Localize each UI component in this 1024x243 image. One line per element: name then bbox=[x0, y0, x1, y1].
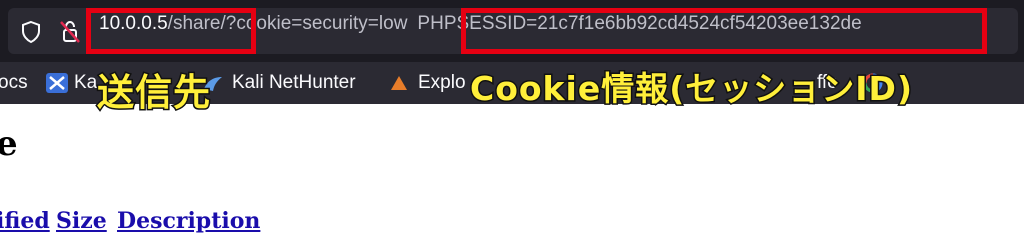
exploit-db-icon bbox=[388, 73, 410, 97]
column-modified-link[interactable]: ified bbox=[0, 208, 50, 234]
shield-icon[interactable] bbox=[20, 20, 42, 48]
kali-icon bbox=[46, 73, 68, 97]
bookmark-kali[interactable]: Ka bbox=[74, 71, 97, 95]
bookmark-kali-nethunter[interactable]: Kali NetHunter bbox=[232, 71, 356, 95]
insecure-lock-icon[interactable] bbox=[58, 19, 82, 49]
bookmark-docs[interactable]: ocs bbox=[0, 71, 28, 95]
cookie-callout: Cookie情報(セッションID) bbox=[468, 68, 914, 110]
cookie-highlight-box bbox=[461, 8, 987, 54]
column-description-link[interactable]: Description bbox=[117, 208, 260, 234]
bookmark-exploit-db[interactable]: Explo bbox=[418, 71, 466, 95]
page-heading: e bbox=[0, 124, 18, 164]
destination-highlight-box bbox=[86, 8, 256, 54]
destination-callout: 送信先 bbox=[96, 70, 212, 116]
column-size-link[interactable]: Size bbox=[56, 208, 107, 234]
